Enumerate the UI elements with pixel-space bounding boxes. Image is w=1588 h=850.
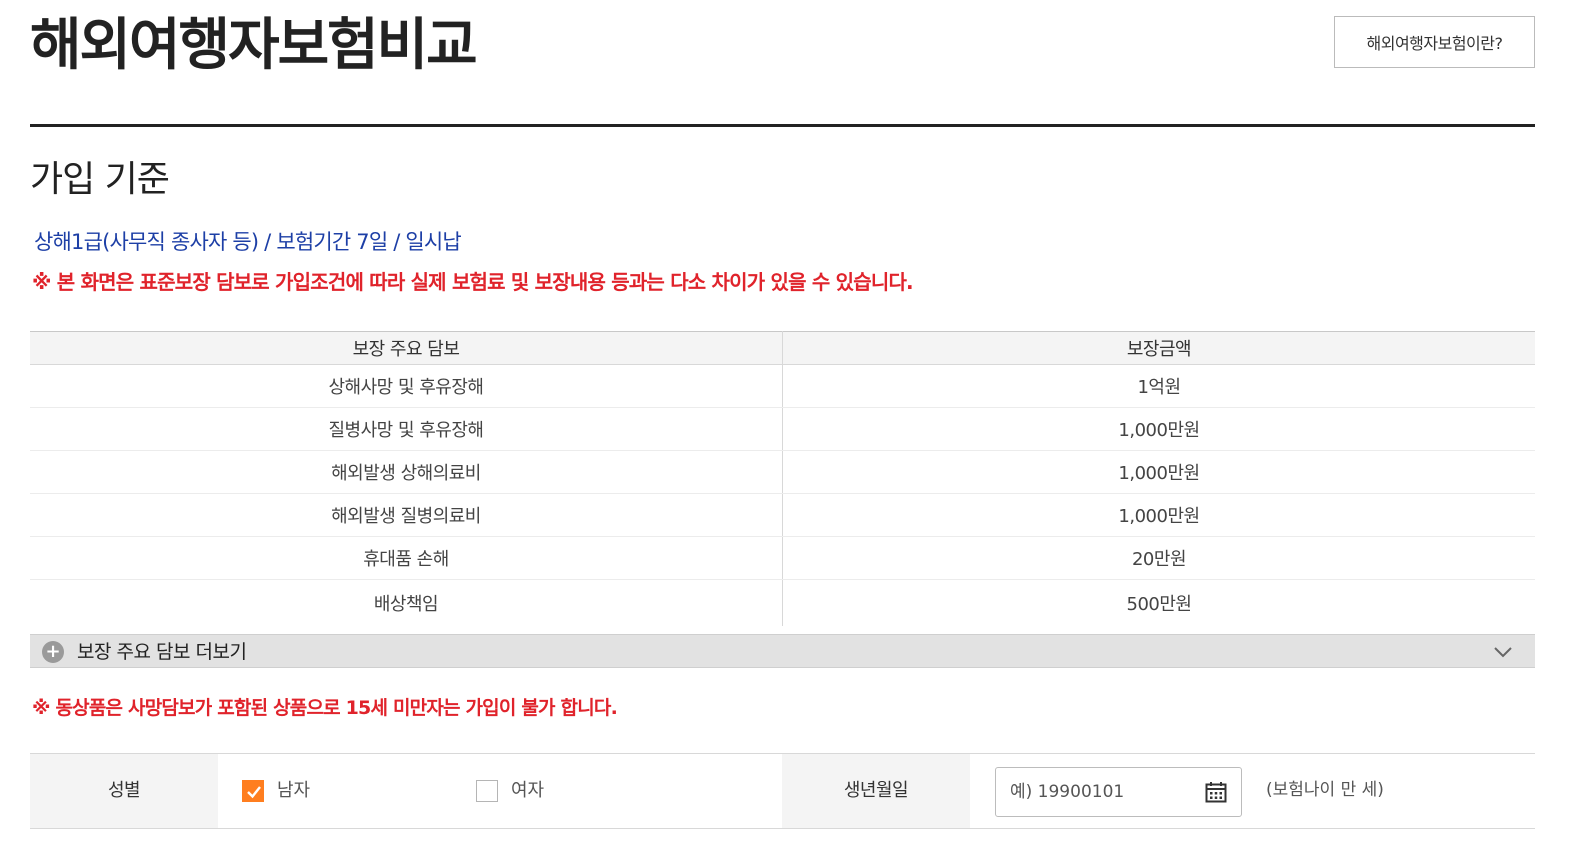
plus-circle-icon: + [42, 641, 64, 663]
coverage-item: 해외발생 상해의료비 [30, 450, 783, 494]
gender-label: 성별 [30, 754, 218, 828]
coverage-amount: 1,000만원 [782, 407, 1535, 451]
title-divider [30, 124, 1535, 127]
table-row: 해외발생 질병의료비 1,000만원 [30, 493, 1535, 537]
criteria-summary: 상해1급(사무직 종사자 등) / 보험기간 7일 / 일시납 [34, 230, 462, 254]
coverage-amount: 1,000만원 [782, 450, 1535, 494]
page-title: 해외여행자보험비교 [30, 13, 478, 78]
coverage-item: 질병사망 및 후유장해 [30, 407, 783, 451]
gender-female-checkbox[interactable] [476, 780, 498, 802]
coverage-item: 상해사망 및 후유장해 [30, 364, 783, 408]
coverage-header-row: 보장 주요 담보 보장금액 [30, 331, 1535, 365]
age-restriction-notice: ※ 동상품은 사망담보가 포함된 상품으로 15세 미만자는 가입이 불가 합니… [32, 697, 618, 719]
gender-female-label: 여자 [511, 780, 545, 801]
applicant-form-row: 성별 남자 여자 생년월일 (보험나이 만 세) [30, 753, 1535, 829]
section-title: 가입 기준 [30, 159, 170, 200]
premium-notice: ※ 본 화면은 표준보장 담보로 가입조건에 따라 실제 보험료 및 보장내용 … [32, 270, 914, 294]
coverage-header-item: 보장 주요 담보 [30, 331, 783, 365]
coverage-amount: 20만원 [782, 536, 1535, 580]
gender-male-checkbox[interactable] [242, 780, 264, 802]
table-row: 질병사망 및 후유장해 1,000만원 [30, 407, 1535, 451]
table-row: 배상책임 500만원 [30, 579, 1535, 626]
coverage-item: 배상책임 [30, 579, 783, 626]
insurance-age-display: (보험나이 만 세) [1266, 780, 1384, 800]
gender-male-label: 남자 [277, 780, 311, 801]
table-row: 휴대품 손해 20만원 [30, 536, 1535, 580]
birthdate-input[interactable] [996, 768, 1196, 816]
coverage-item: 휴대품 손해 [30, 536, 783, 580]
about-travel-insurance-button[interactable]: 해외여행자보험이란? [1334, 16, 1535, 68]
birthdate-label: 생년월일 [782, 754, 970, 828]
chevron-down-icon [1494, 647, 1512, 658]
coverage-more-toggle[interactable]: + 보장 주요 담보 더보기 [30, 634, 1535, 668]
coverage-header-amount: 보장금액 [782, 331, 1535, 365]
table-row: 해외발생 상해의료비 1,000만원 [30, 450, 1535, 494]
birthdate-field [995, 767, 1242, 817]
coverage-amount: 1억원 [782, 364, 1535, 408]
coverage-more-label: 보장 주요 담보 더보기 [77, 641, 247, 663]
checkmark-icon [247, 786, 261, 799]
coverage-amount: 1,000만원 [782, 493, 1535, 537]
coverage-item: 해외발생 질병의료비 [30, 493, 783, 537]
table-row: 상해사망 및 후유장해 1억원 [30, 364, 1535, 408]
coverage-amount: 500만원 [1126, 593, 1192, 615]
coverage-table: 보장 주요 담보 보장금액 상해사망 및 후유장해 1억원 질병사망 및 후유장… [30, 331, 1535, 626]
calendar-icon[interactable] [1205, 781, 1227, 803]
